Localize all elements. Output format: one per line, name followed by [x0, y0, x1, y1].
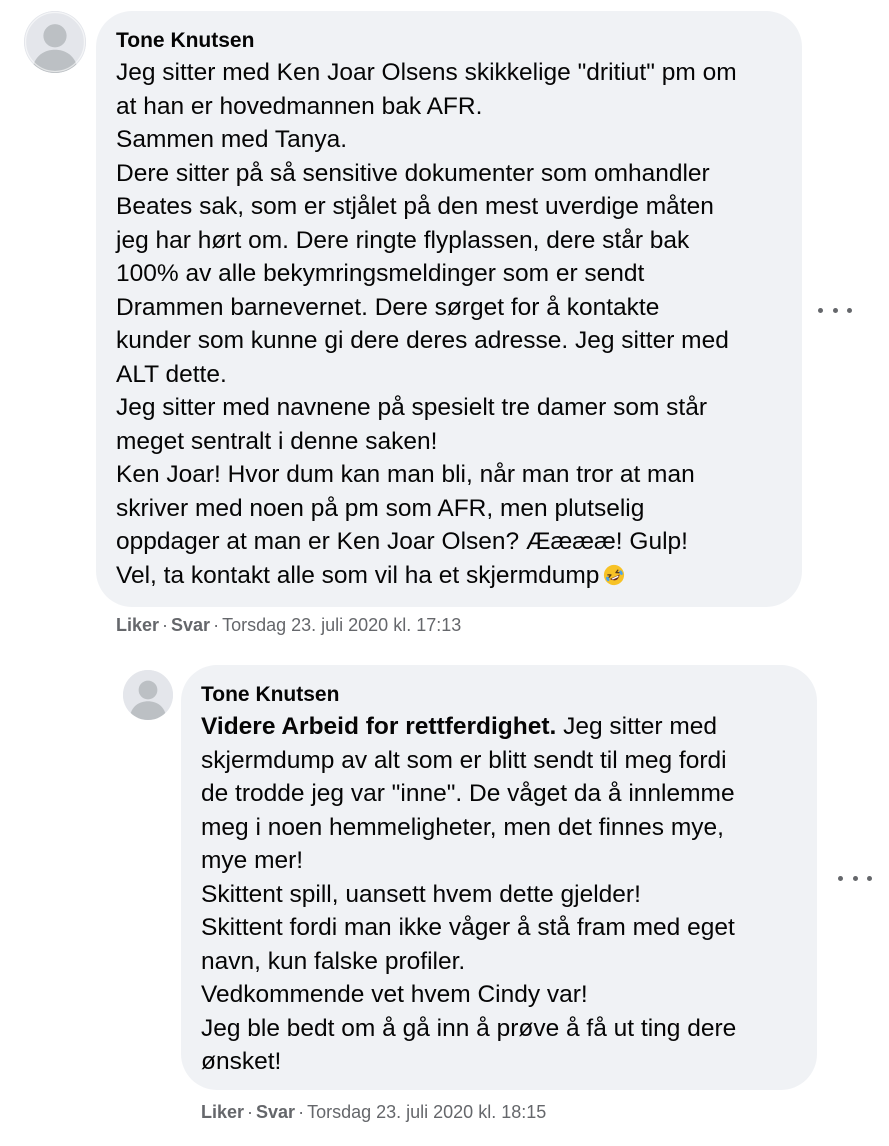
- separator: ·: [247, 1102, 254, 1122]
- comment-text: Jeg sitter med Ken Joar Olsens skikkelig…: [116, 56, 782, 592]
- more-options-icon[interactable]: [838, 866, 872, 890]
- separator: ·: [213, 615, 220, 635]
- reply-link[interactable]: Svar: [171, 615, 210, 635]
- comment-line: Jeg ble bedt om å gå inn å prøve å få ut…: [201, 1014, 737, 1042]
- comment-line: Vedkommende vet hvem Cindy var!: [201, 981, 588, 1008]
- more-options-icon[interactable]: [818, 298, 852, 322]
- comment-author[interactable]: Tone Knutsen: [116, 28, 782, 54]
- comment-actions: Liker · Svar · Torsdag 23. juli 2020 kl. 18:…: [201, 1101, 546, 1123]
- comment-line: 100% av alle bekymringsmeldinger som er …: [116, 260, 645, 287]
- comment-line: Vel, ta kontakt alle som vil ha et skjer…: [116, 559, 782, 593]
- laughing-emoji-icon: [604, 564, 625, 585]
- comment-line: mye mer!: [201, 847, 304, 874]
- comment-line: Dere sitter på så sensitive dokumenter s…: [116, 159, 710, 187]
- separator: ·: [298, 1102, 305, 1122]
- comment-line: skjermdump av alt som er blitt sendt til…: [201, 746, 727, 774]
- comment-line: jeg har hørt om. Dere ringte flyplassen,…: [116, 226, 690, 254]
- comment-actions: Liker · Svar · Torsdag 23. juli 2020 kl. 17:…: [116, 614, 461, 636]
- separator: ·: [162, 615, 169, 635]
- avatar[interactable]: [123, 670, 173, 720]
- comment-line: ønsket!: [201, 1048, 282, 1075]
- comment-line: skriver med noen på pm som AFR, men plut…: [116, 494, 645, 522]
- comment-line-text: Jeg sitter med: [556, 713, 717, 740]
- timestamp-link[interactable]: Torsdag 23. juli 2020 kl. 17:13: [222, 615, 461, 635]
- comment-line: Jeg sitter med Ken Joar Olsens skikkelig…: [116, 59, 737, 86]
- comment-line: Drammen barnevernet. Dere sørget for å k…: [116, 293, 660, 321]
- like-link[interactable]: Liker: [201, 1102, 244, 1122]
- comment-line: kunder som kunne gi dere deres adresse. …: [116, 327, 729, 354]
- comment-line-text: Vel, ta kontakt alle som vil ha et skjer…: [116, 561, 600, 589]
- comment-line: Beates sak, som er stjålet på den mest u…: [116, 193, 714, 220]
- comment-line: navn, kun falske profiler.: [201, 947, 466, 975]
- comment-line: de trodde jeg var "inne". De våget da å …: [201, 780, 735, 807]
- comment-line: Sammen med Tanya.: [116, 126, 348, 153]
- reply-bubble: Tone Knutsen Videre Arbeid for rettferdi…: [181, 665, 817, 1090]
- reply-link[interactable]: Svar: [256, 1102, 295, 1122]
- default-avatar-icon: [24, 11, 86, 73]
- like-link[interactable]: Liker: [116, 615, 159, 635]
- comment-line: Videre Arbeid for rettferdighet. Jeg sit…: [201, 710, 797, 744]
- default-avatar-icon: [123, 670, 173, 720]
- comment-line: meg i noen hemmeligheter, men det finnes…: [201, 813, 724, 841]
- comment-line: ALT dette.: [116, 360, 227, 388]
- comment-text: Videre Arbeid for rettferdighet. Jeg sit…: [201, 710, 797, 1079]
- bold-lead-text: Videre Arbeid for rettferdighet.: [201, 713, 557, 740]
- comment-line: at han er hovedmannen bak AFR.: [116, 92, 483, 120]
- avatar[interactable]: [24, 11, 86, 73]
- comment-bubble: Tone Knutsen Jeg sitter med Ken Joar Ols…: [96, 11, 802, 607]
- comment-author[interactable]: Tone Knutsen: [201, 682, 797, 708]
- comment-line: Jeg sitter med navnene på spesielt tre d…: [116, 394, 708, 421]
- comment-line: oppdager at man er Ken Joar Olsen? Ææææ!…: [116, 528, 688, 555]
- comment-line: Skittent fordi man ikke våger å stå fram…: [201, 914, 735, 941]
- comment-line: Ken Joar! Hvor dum kan man bli, når man …: [116, 461, 695, 488]
- comment-line: Skittent spill, uansett hvem dette gjeld…: [201, 880, 641, 908]
- timestamp-link[interactable]: Torsdag 23. juli 2020 kl. 18:15: [307, 1102, 546, 1122]
- comment-line: meget sentralt i denne saken!: [116, 427, 438, 455]
